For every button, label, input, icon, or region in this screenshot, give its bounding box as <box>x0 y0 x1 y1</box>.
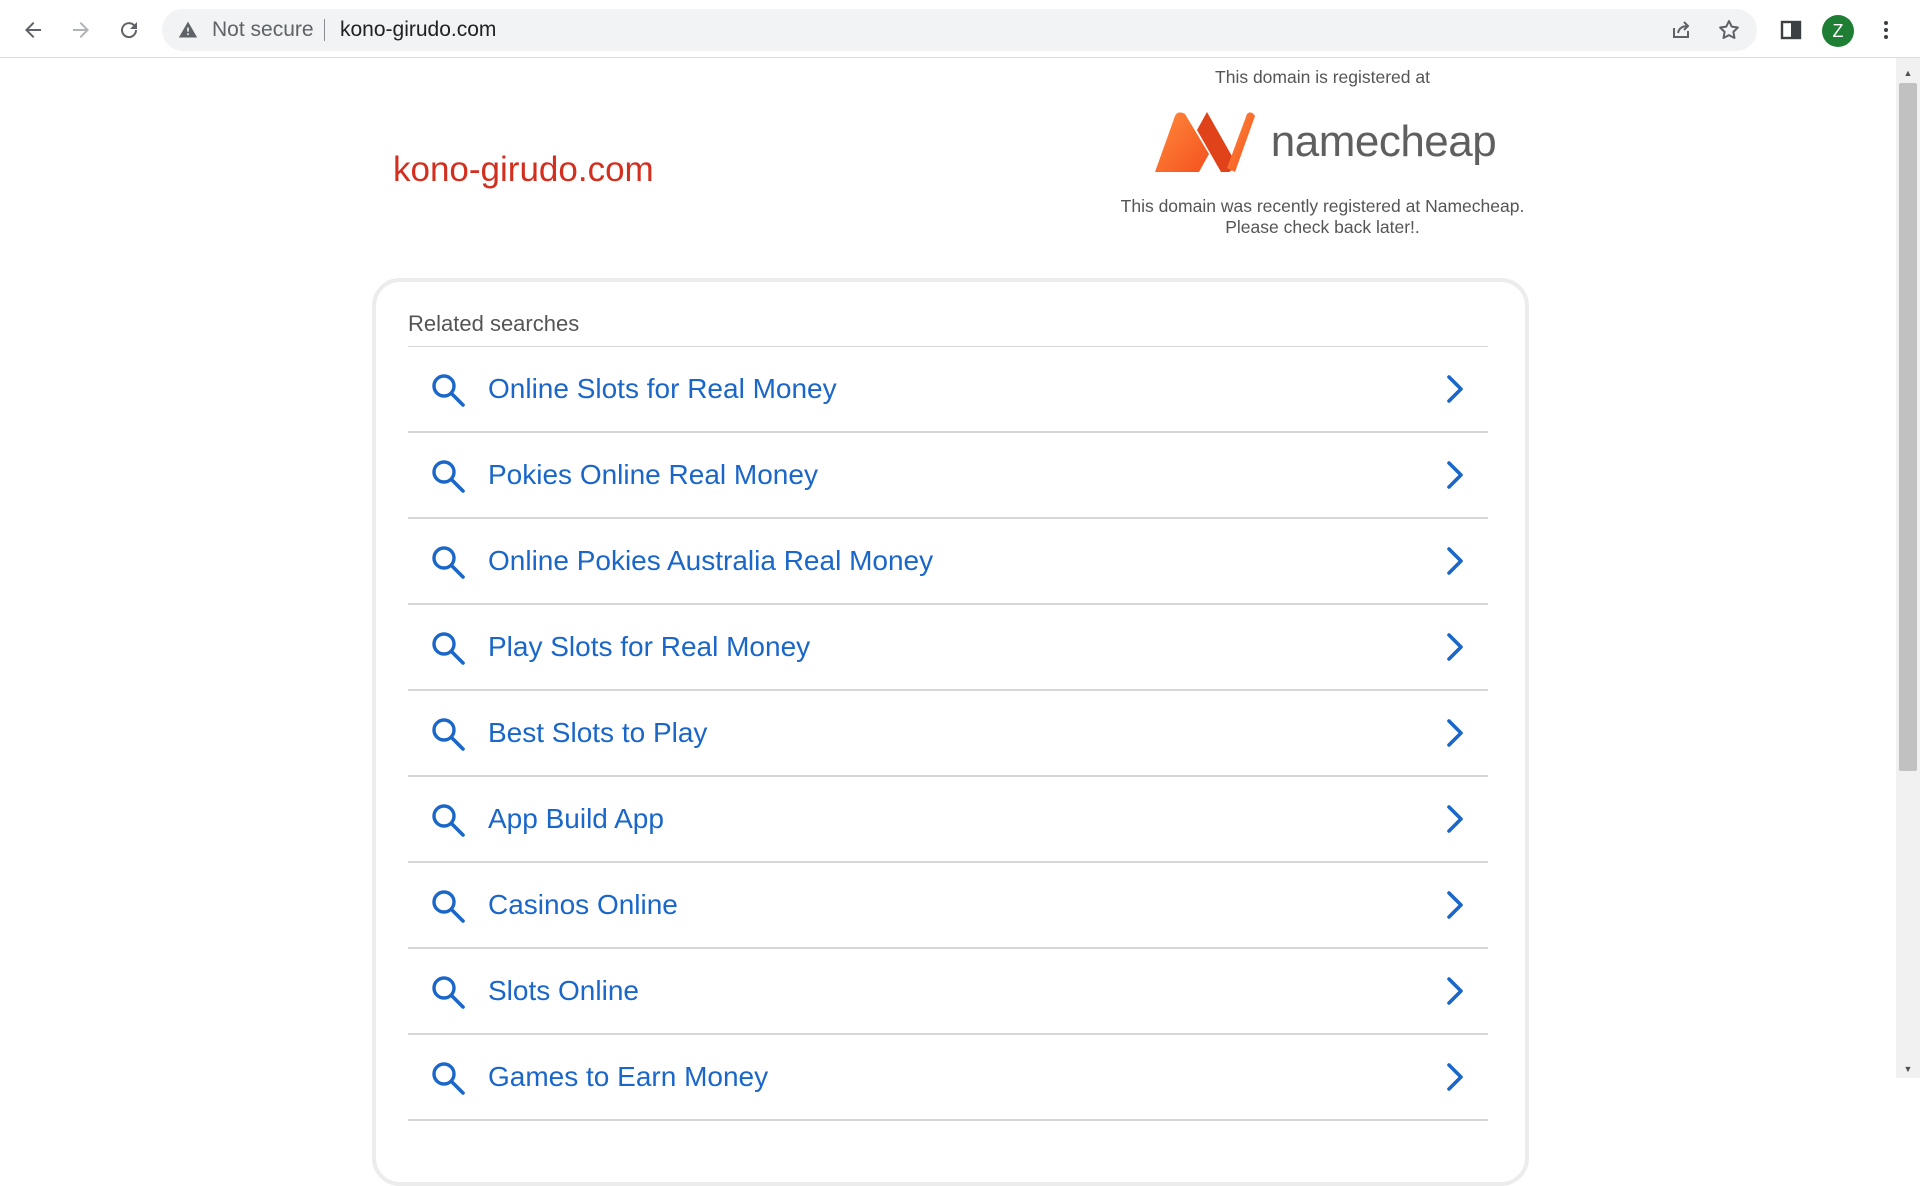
security-status[interactable]: Not secure <box>212 9 314 51</box>
star-icon <box>1719 20 1739 39</box>
registration-message-line2: Please check back later!. <box>1225 217 1420 237</box>
related-search-label[interactable]: App Build App <box>488 777 664 861</box>
search-icon <box>432 546 465 579</box>
related-search-item-7[interactable]: Casinos Online <box>408 863 1488 949</box>
forward-button[interactable] <box>61 10 101 50</box>
search-icon <box>432 890 465 923</box>
warning-icon[interactable] <box>178 20 198 40</box>
registration-message: This domain was recently registered at N… <box>1090 196 1555 238</box>
bookmark-button[interactable] <box>1713 14 1745 46</box>
side-panel-icon <box>1780 20 1802 40</box>
related-search-label[interactable]: Online Pokies Australia Real Money <box>488 519 933 603</box>
chevron-right-icon <box>1447 461 1463 489</box>
related-search-item-5[interactable]: Best Slots to Play <box>408 691 1488 777</box>
namecheap-wordmark: namecheap <box>1270 117 1497 166</box>
chevron-right-icon <box>1447 375 1463 403</box>
related-search-item-9[interactable]: Games to Earn Money <box>408 1035 1488 1121</box>
namecheap-n-icon <box>1154 112 1255 172</box>
back-arrow-icon <box>25 22 41 38</box>
related-search-label[interactable]: Best Slots to Play <box>488 691 707 775</box>
domain-title: kono-girudo.com <box>393 150 654 189</box>
chevron-right-icon <box>1447 805 1463 833</box>
related-searches-list: Online Slots for Real Money Pokies Onlin… <box>408 346 1488 1121</box>
search-icon <box>432 460 465 493</box>
search-icon <box>432 632 465 665</box>
registration-message-line1: This domain was recently registered at N… <box>1120 196 1525 216</box>
scrollbar-thumb[interactable] <box>1899 83 1917 771</box>
related-searches-heading: Related searches <box>408 311 580 336</box>
search-icon <box>432 1062 465 1095</box>
chevron-right-icon <box>1447 719 1463 747</box>
registrar-panel: This domain is registered at namecheap T… <box>1090 67 1555 238</box>
related-search-label[interactable]: Online Slots for Real Money <box>488 347 837 431</box>
related-search-label[interactable]: Games to Earn Money <box>488 1035 768 1119</box>
related-search-item-8[interactable]: Slots Online <box>408 949 1488 1035</box>
address-bar[interactable]: Not secure kono-girudo.com <box>162 9 1757 51</box>
menu-button[interactable] <box>1866 10 1906 50</box>
search-icon <box>432 976 465 1009</box>
related-search-label[interactable]: Casinos Online <box>488 863 678 947</box>
side-panel-button[interactable] <box>1771 10 1811 50</box>
related-search-label[interactable]: Slots Online <box>488 949 639 1033</box>
reload-icon <box>121 22 138 39</box>
search-icon <box>432 374 465 407</box>
chevron-right-icon <box>1447 633 1463 661</box>
related-search-label[interactable]: Play Slots for Real Money <box>488 605 810 689</box>
scroll-down-arrow[interactable]: ▼ <box>1899 1060 1917 1078</box>
share-button[interactable] <box>1665 14 1697 46</box>
chevron-right-icon <box>1447 547 1463 575</box>
chevron-right-icon <box>1447 1063 1463 1091</box>
reload-button[interactable] <box>109 10 149 50</box>
chevron-right-icon <box>1447 891 1463 919</box>
back-button[interactable] <box>13 10 53 50</box>
more-vert-icon <box>1884 21 1888 39</box>
profile-avatar[interactable]: Z <box>1822 15 1854 47</box>
address-separator <box>324 19 325 41</box>
related-search-item-3[interactable]: Online Pokies Australia Real Money <box>408 519 1488 605</box>
related-search-item-1[interactable]: Online Slots for Real Money <box>408 347 1488 433</box>
related-search-item-2[interactable]: Pokies Online Real Money <box>408 433 1488 519</box>
namecheap-logo[interactable]: namecheap <box>1090 102 1555 182</box>
url-text[interactable]: kono-girudo.com <box>340 9 496 51</box>
search-icon <box>432 804 465 837</box>
related-search-item-6[interactable]: App Build App <box>408 777 1488 863</box>
forward-arrow-icon <box>73 22 89 38</box>
scroll-up-arrow[interactable]: ▲ <box>1899 64 1917 82</box>
chevron-right-icon <box>1447 977 1463 1005</box>
search-icon <box>432 718 465 751</box>
related-search-item-4[interactable]: Play Slots for Real Money <box>408 605 1488 691</box>
registered-at-text: This domain is registered at <box>1215 67 1430 87</box>
share-icon <box>1673 21 1690 38</box>
related-search-label[interactable]: Pokies Online Real Money <box>488 433 818 517</box>
browser-toolbar: Not secure kono-girudo.com Z <box>0 0 1920 58</box>
